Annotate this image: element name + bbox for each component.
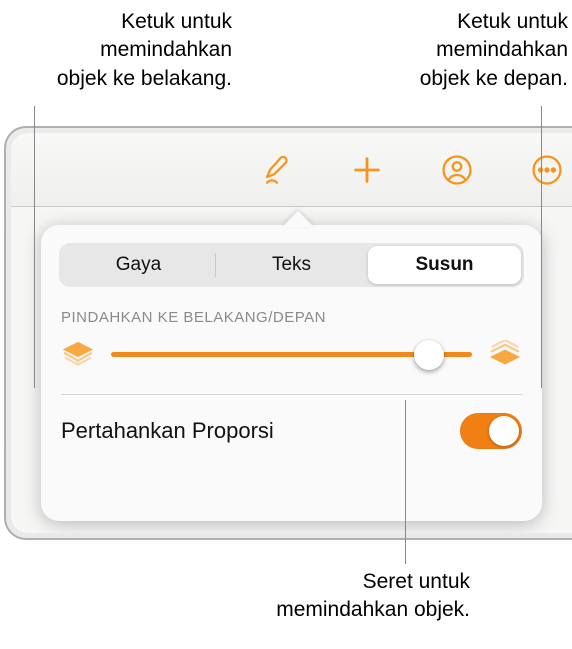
- more-button[interactable]: [526, 149, 568, 191]
- leader-line: [34, 106, 35, 388]
- layers-front-icon: [488, 340, 522, 366]
- plus-icon: [350, 153, 384, 187]
- leader-line: [405, 400, 406, 564]
- tab-gaya[interactable]: Gaya: [62, 246, 215, 284]
- device-frame: Gaya Teks Susun Pindahkan ke Belakang/De…: [4, 126, 572, 540]
- bring-to-front-button[interactable]: [488, 340, 522, 368]
- collaborate-button[interactable]: [436, 149, 478, 191]
- keep-proportions-toggle[interactable]: [460, 413, 522, 449]
- insert-button[interactable]: [346, 149, 388, 191]
- callout-move-front: Ketuk untuk memindahkan objek ke depan.: [328, 8, 568, 93]
- format-brush-button[interactable]: [256, 149, 298, 191]
- tab-label: Teks: [272, 254, 311, 276]
- layer-order-slider[interactable]: [111, 340, 472, 368]
- format-tabs: Gaya Teks Susun: [59, 243, 524, 287]
- send-to-back-button[interactable]: [61, 340, 95, 368]
- tab-label: Susun: [415, 254, 473, 276]
- ellipsis-icon: [530, 153, 564, 187]
- callout-move-back: Ketuk untuk memindahkan objek ke belakan…: [22, 8, 232, 93]
- app-toolbar: [11, 133, 572, 207]
- format-popover: Gaya Teks Susun Pindahkan ke Belakang/De…: [41, 225, 542, 521]
- app-window: Gaya Teks Susun Pindahkan ke Belakang/De…: [11, 133, 572, 533]
- toggle-knob: [489, 416, 519, 446]
- brush-icon: [260, 153, 294, 187]
- tab-susun[interactable]: Susun: [368, 246, 521, 284]
- person-plus-icon: [440, 153, 474, 187]
- popover-arrow: [282, 211, 314, 227]
- section-header: Pindahkan ke Belakang/Depan: [61, 309, 522, 326]
- leader-line: [541, 106, 542, 388]
- keep-proportions-row: Pertahankan Proporsi: [61, 413, 522, 449]
- callout-drag-slider: Seret untuk memindahkan objek.: [170, 568, 470, 625]
- layer-order-row: [61, 340, 522, 368]
- tab-teks[interactable]: Teks: [215, 246, 368, 284]
- layers-back-icon: [61, 340, 95, 366]
- divider: [61, 394, 522, 395]
- keep-proportions-label: Pertahankan Proporsi: [61, 418, 274, 444]
- tab-label: Gaya: [116, 254, 161, 276]
- slider-thumb[interactable]: [414, 340, 444, 370]
